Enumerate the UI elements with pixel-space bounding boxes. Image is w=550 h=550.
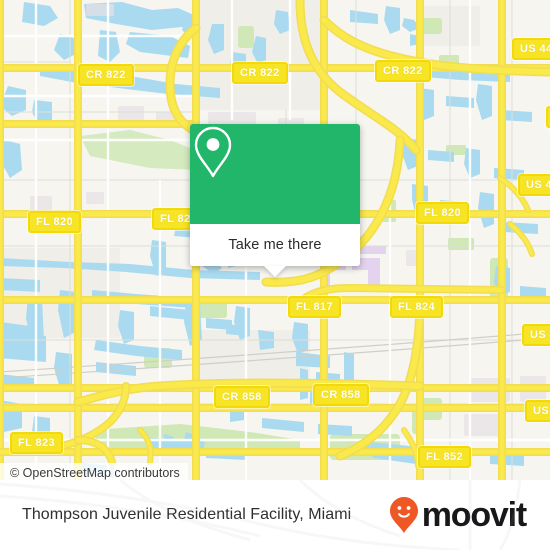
road-shield: FL 824 — [390, 296, 444, 318]
map-canvas[interactable]: .w { fill:#aadaf0; } .pk { fill:#cfe8b6;… — [0, 0, 550, 480]
moovit-wordmark: moovit — [421, 496, 527, 534]
road-shield: FL 820 — [28, 211, 82, 233]
popup-tail-pointer — [264, 266, 286, 277]
popup-header — [190, 124, 360, 224]
road-shield: FL 823 — [10, 432, 64, 454]
road-shield: US 441 — [518, 174, 550, 196]
road-shield: US 441 — [522, 324, 550, 346]
osm-attribution[interactable]: © OpenStreetMap contributors — [0, 463, 188, 480]
location-popup-card[interactable]: Take me there — [190, 124, 360, 277]
road-shield: US 441 — [546, 106, 550, 128]
road-shield: CR 822 — [375, 60, 431, 82]
road-shield: FL 817 — [288, 296, 342, 318]
location-pin-icon — [194, 126, 232, 178]
moovit-logo[interactable]: moovit — [389, 496, 527, 534]
road-shield: CR 822 — [232, 62, 288, 84]
popup-action-area[interactable]: Take me there — [190, 224, 360, 277]
road-shield: FL 820 — [416, 202, 470, 224]
road-shield: CR 858 — [313, 384, 369, 406]
road-shield: FL 852 — [418, 446, 472, 468]
footer-bar: Thompson Juvenile Residential Facility, … — [0, 480, 550, 550]
road-shield: US 441 — [512, 38, 550, 60]
take-me-there-label: Take me there — [228, 237, 322, 253]
road-shield: CR 858 — [214, 386, 270, 408]
screenshot-root: .w { fill:#aadaf0; } .pk { fill:#cfe8b6;… — [0, 0, 550, 550]
road-shield: CR 822 — [78, 64, 134, 86]
road-shield: US 441 — [525, 400, 550, 422]
moovit-smiley-pin-icon — [389, 497, 418, 533]
page-title: Thompson Juvenile Residential Facility, … — [22, 506, 352, 523]
